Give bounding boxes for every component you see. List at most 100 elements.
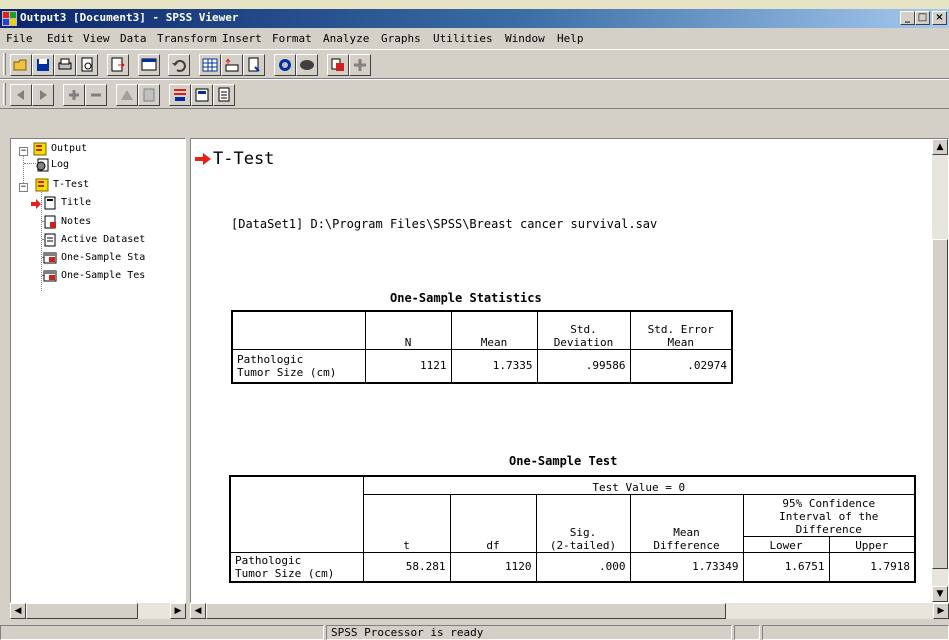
table-icon (43, 252, 57, 264)
cell-df: 1120 (449, 551, 537, 583)
minimize-button[interactable]: _ (900, 11, 915, 25)
menu-help[interactable]: Help (557, 32, 584, 45)
arrow-left-icon (17, 90, 24, 100)
outline-node-ttest[interactable]: T-Test (53, 179, 89, 190)
toolbar-grip[interactable] (3, 83, 6, 105)
printer-icon (58, 58, 72, 70)
scripts-icon (300, 60, 314, 70)
col-header-sig: Sig. (2-tailed) (535, 493, 631, 553)
menu-utilities[interactable]: Utilities (433, 32, 493, 45)
outline-horizontal-scrollbar[interactable]: ◀ ▶ (10, 603, 186, 619)
undo-button[interactable] (168, 54, 190, 76)
dialog-recall-icon (141, 58, 157, 71)
demote-button[interactable] (32, 84, 54, 106)
collapse-ttest-toggle[interactable]: − (19, 183, 28, 192)
menu-graphs[interactable]: Graphs (381, 32, 421, 45)
menu-edit[interactable]: Edit (47, 32, 74, 45)
outline-node-notes[interactable]: Notes (61, 216, 91, 227)
collapse-button[interactable] (85, 84, 107, 106)
insert-title-button[interactable] (191, 84, 213, 106)
insert-heading-icon (174, 89, 186, 101)
outline-node-log[interactable]: Log (51, 159, 69, 170)
save-button[interactable] (32, 54, 54, 76)
cell-std-deviation: .99586 (536, 348, 631, 384)
status-panel (0, 625, 324, 640)
export-icon (111, 57, 125, 72)
cell-upper: 1.7918 (828, 551, 916, 583)
cell-t: 58.281 (362, 551, 451, 583)
header-line: Difference (653, 538, 720, 552)
menu-view[interactable]: View (83, 32, 110, 45)
menu-format[interactable]: Format (272, 32, 312, 45)
menu-window[interactable]: Window (505, 32, 545, 45)
insert-heading-button[interactable] (169, 84, 191, 106)
print-button[interactable] (54, 54, 76, 76)
header-line: Interval of the (779, 509, 879, 523)
outline-pane[interactable]: − Output Log − T-Test Title Notes Active… (10, 138, 186, 603)
plus-icon (69, 90, 79, 100)
output-content-pane[interactable]: T-Test [DataSet1] D:\Program Files\SPSS\… (190, 138, 949, 603)
toolbar-grip[interactable] (3, 53, 6, 75)
content-vertical-scrollbar[interactable]: ▲ ▼ (932, 139, 948, 602)
scroll-right-button[interactable]: ▶ (170, 603, 186, 619)
scroll-left-button[interactable]: ◀ (10, 603, 26, 619)
scroll-up-button[interactable]: ▲ (932, 139, 948, 155)
menu-analyze[interactable]: Analyze (323, 32, 369, 45)
outline-node-output[interactable]: Output (51, 143, 87, 154)
content-horizontal-scrollbar[interactable]: ◀ ▶ (190, 603, 949, 619)
dialog-recall-button[interactable] (138, 54, 160, 76)
hide-button[interactable] (138, 84, 160, 106)
variables-button[interactable] (243, 54, 265, 76)
cell-sig: .000 (535, 551, 631, 583)
outline-node-active-dataset[interactable]: Active Dataset (61, 234, 145, 245)
close-button[interactable]: × (932, 11, 947, 25)
select-output-icon (331, 58, 344, 71)
row-label-line: Pathologic (237, 352, 304, 366)
title-bar[interactable]: Output3 [Document3] - SPSS Viewer _ □ × (0, 9, 949, 28)
scroll-left-button[interactable]: ◀ (190, 603, 206, 619)
goto-data-button[interactable] (199, 54, 221, 76)
status-panel (734, 625, 760, 640)
menu-insert[interactable]: Insert (222, 32, 262, 45)
maximize-button[interactable]: □ (915, 11, 930, 25)
collapse-output-toggle[interactable]: − (19, 147, 28, 156)
col-header-lower: Lower (742, 535, 830, 553)
current-item-arrow-icon (195, 153, 211, 165)
header-line: (2-tailed) (549, 538, 617, 552)
outline-node-stats[interactable]: One-Sample Sta (61, 252, 145, 263)
header-line: Mean (667, 335, 695, 349)
export-button[interactable] (107, 54, 129, 76)
expand-button[interactable] (63, 84, 85, 106)
minus-icon (91, 93, 101, 97)
show-button[interactable] (116, 84, 138, 106)
one-sample-test-table[interactable]: Test Value = 0 t df Sig. (2-tailed) Mean D… (229, 475, 916, 583)
outline-node-title[interactable]: Title (61, 197, 91, 208)
menu-transform[interactable]: Transform (157, 32, 217, 45)
undo-icon (172, 59, 186, 72)
menu-data[interactable]: Data (120, 32, 147, 45)
one-sample-statistics-table[interactable]: N Mean Std. Deviation Std. Error Mean Path… (231, 310, 733, 384)
scroll-down-button[interactable]: ▼ (932, 586, 948, 602)
select-last-output-button[interactable] (327, 54, 349, 76)
designate-window-button[interactable] (274, 54, 296, 76)
print-preview-button[interactable] (76, 54, 98, 76)
insert-button[interactable] (349, 54, 371, 76)
stats-table-caption: One-Sample Statistics (390, 291, 542, 305)
col-header-t: t (362, 493, 451, 553)
promote-button[interactable] (10, 84, 32, 106)
outline-node-test[interactable]: One-Sample Tes (61, 270, 145, 281)
scripts-button[interactable] (296, 54, 318, 76)
col-header-n: N (364, 310, 452, 350)
open-button[interactable] (10, 54, 32, 76)
scroll-thumb[interactable] (206, 603, 726, 619)
scroll-thumb[interactable] (26, 603, 138, 619)
row-label: Pathologic Tumor Size (cm) (229, 551, 364, 583)
print-preview-icon (81, 57, 93, 72)
insert-title-icon (195, 88, 209, 102)
cell-std-error: .02974 (629, 348, 733, 384)
scroll-thumb[interactable] (932, 239, 948, 569)
goto-case-button[interactable] (221, 54, 243, 76)
menu-file[interactable]: File (6, 32, 33, 45)
scroll-right-button[interactable]: ▶ (933, 603, 949, 619)
insert-text-button[interactable] (213, 84, 235, 106)
